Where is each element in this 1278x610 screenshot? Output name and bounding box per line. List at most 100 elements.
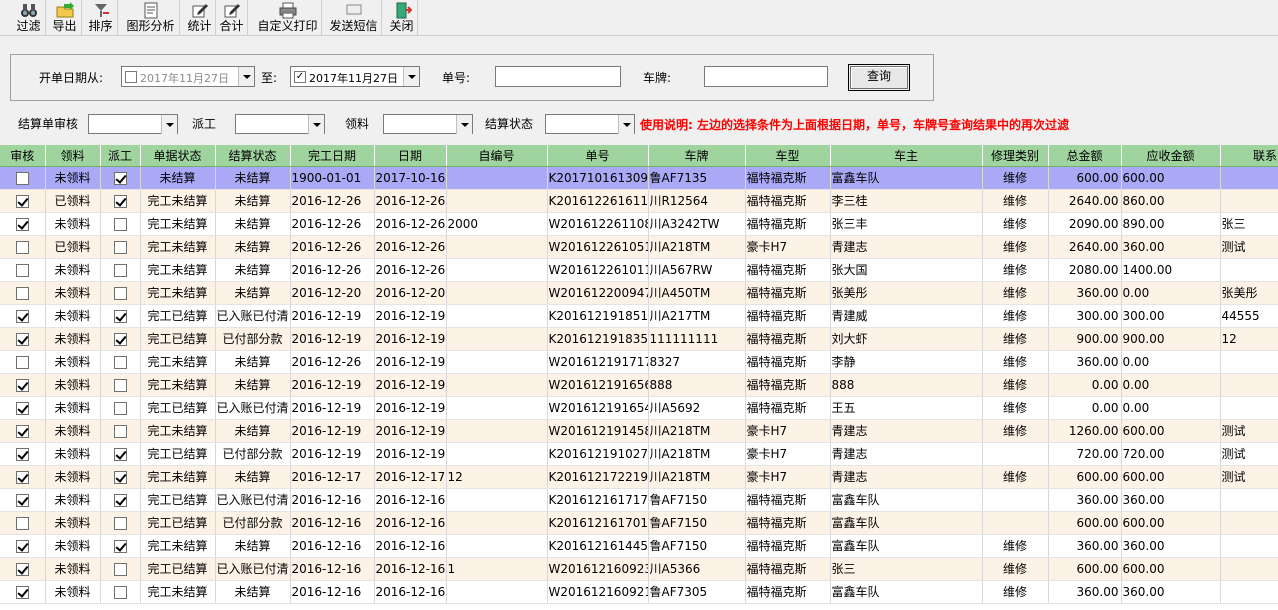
cell-dispatch[interactable] [100, 189, 141, 213]
audit-checkbox[interactable] [15, 447, 29, 461]
dispatch-checkbox[interactable] [113, 470, 127, 484]
table-row[interactable]: 未领料 完工未结算 未结算 2016-12-26 2016-12-26 W20161226… [0, 258, 1278, 282]
column-header[interactable]: 日期 [374, 145, 447, 167]
dispatch-checkbox[interactable] [113, 309, 127, 323]
dispatch-checkbox[interactable] [113, 493, 127, 507]
cell-audit[interactable] [0, 373, 46, 397]
table-row[interactable]: 未领料 完工未结算 未结算 2016-12-19 2016-12-19 W20161219… [0, 419, 1278, 443]
column-header[interactable]: 单据状态 [140, 145, 216, 167]
dispatch-checkbox[interactable] [113, 194, 127, 208]
send-sms-button[interactable]: 发送短信 [326, 0, 382, 35]
total-button[interactable]: 合计 [216, 0, 248, 35]
cell-audit[interactable] [0, 304, 46, 328]
cell-dispatch[interactable] [100, 235, 141, 259]
column-header[interactable]: 应收金额 [1121, 145, 1221, 167]
cell-dispatch[interactable] [100, 442, 141, 466]
column-header[interactable]: 自编号 [446, 145, 548, 167]
table-row[interactable]: 未领料 完工已结算 已入账已付清 2016-12-19 2016-12-19 W20161… [0, 396, 1278, 420]
settle-audit-select[interactable] [88, 114, 178, 134]
table-row[interactable]: 未领料 完工已结算 已入账已付清 2016-12-16 2016-12-16 K20161… [0, 488, 1278, 512]
cell-dispatch[interactable] [100, 557, 141, 581]
table-row[interactable]: 未领料 完工未结算 未结算 2016-12-20 2016-12-20 W20161220… [0, 281, 1278, 305]
plate-input[interactable] [704, 66, 828, 87]
audit-checkbox[interactable] [15, 240, 29, 254]
query-button[interactable]: 查询 [848, 64, 910, 91]
cell-audit[interactable] [0, 235, 46, 259]
cell-dispatch[interactable] [100, 212, 141, 236]
table-row[interactable]: 未领料 未结算 未结算 1900-01-01 2017-10-16 K2017101613… [0, 166, 1278, 190]
date-from-checkbox[interactable] [125, 71, 137, 83]
dispatch-checkbox[interactable] [113, 585, 127, 599]
cell-dispatch[interactable] [100, 511, 141, 535]
close-button[interactable]: 关闭 [386, 0, 418, 35]
stats-button[interactable]: 统计 [184, 0, 216, 35]
cell-dispatch[interactable] [100, 419, 141, 443]
column-header[interactable]: 完工日期 [290, 145, 375, 167]
cell-audit[interactable] [0, 511, 46, 535]
cell-audit[interactable] [0, 212, 46, 236]
table-row[interactable]: 未领料 完工未结算 未结算 2016-12-26 2016-12-26 2000 W2016… [0, 212, 1278, 236]
cell-audit[interactable] [0, 327, 46, 351]
cell-audit[interactable] [0, 396, 46, 420]
dispatch-checkbox[interactable] [113, 286, 127, 300]
chevron-down-icon[interactable] [456, 115, 472, 134]
audit-checkbox[interactable] [15, 286, 29, 300]
column-header[interactable]: 车牌 [648, 145, 746, 167]
dispatch-checkbox[interactable] [113, 332, 127, 346]
cell-audit[interactable] [0, 557, 46, 581]
cell-dispatch[interactable] [100, 258, 141, 282]
audit-checkbox[interactable] [15, 171, 29, 185]
table-row[interactable]: 未领料 完工已结算 已付部分款 2016-12-19 2016-12-19 K201612… [0, 442, 1278, 466]
table-row[interactable]: 未领料 完工已结算 已入账已付清 2016-12-19 2016-12-19 K20161… [0, 304, 1278, 328]
audit-checkbox[interactable] [15, 332, 29, 346]
cell-audit[interactable] [0, 580, 46, 604]
settle-status-select[interactable] [545, 114, 635, 134]
cell-dispatch[interactable] [100, 488, 141, 512]
export-button[interactable]: 导出 [48, 0, 82, 35]
cell-audit[interactable] [0, 419, 46, 443]
audit-checkbox[interactable] [15, 194, 29, 208]
table-row[interactable]: 已领料 完工未结算 未结算 2016-12-26 2016-12-26 W20161226… [0, 235, 1278, 259]
audit-checkbox[interactable] [15, 539, 29, 553]
cell-audit[interactable] [0, 488, 46, 512]
table-row[interactable]: 未领料 完工已结算 已付部分款 2016-12-19 2016-12-19 K201612… [0, 327, 1278, 351]
dispatch-checkbox[interactable] [113, 240, 127, 254]
table-row[interactable]: 未领料 完工未结算 未结算 2016-12-19 2016-12-19 W20161219… [0, 373, 1278, 397]
cell-dispatch[interactable] [100, 350, 141, 374]
cell-audit[interactable] [0, 258, 46, 282]
table-row[interactable]: 未领料 完工已结算 已付部分款 2016-12-16 2016-12-16 K201612… [0, 511, 1278, 535]
dispatch-checkbox[interactable] [113, 263, 127, 277]
cell-audit[interactable] [0, 465, 46, 489]
material-select[interactable] [383, 114, 473, 134]
table-row[interactable]: 已领料 完工未结算 未结算 2016-12-26 2016-12-26 K20161226… [0, 189, 1278, 213]
cell-dispatch[interactable] [100, 327, 141, 351]
chevron-down-icon[interactable] [618, 115, 634, 134]
table-row[interactable]: 未领料 完工未结算 未结算 2016-12-17 2016-12-17 12 K201612… [0, 465, 1278, 489]
cell-dispatch[interactable] [100, 534, 141, 558]
column-header[interactable]: 车型 [745, 145, 831, 167]
cell-audit[interactable] [0, 442, 46, 466]
cell-audit[interactable] [0, 189, 46, 213]
column-header[interactable]: 修理类别 [982, 145, 1049, 167]
audit-checkbox[interactable] [15, 309, 29, 323]
audit-checkbox[interactable] [15, 263, 29, 277]
audit-checkbox[interactable] [15, 424, 29, 438]
cell-dispatch[interactable] [100, 281, 141, 305]
audit-checkbox[interactable] [15, 217, 29, 231]
table-row[interactable]: 未领料 完工未结算 未结算 2016-12-26 2016-12-19 W20161219… [0, 350, 1278, 374]
filter-button[interactable]: 过滤 [12, 0, 46, 35]
chevron-down-icon[interactable] [308, 115, 324, 134]
column-header[interactable]: 领料 [45, 145, 101, 167]
cell-audit[interactable] [0, 166, 46, 190]
date-from-picker[interactable]: 2017年11月27日 [121, 66, 255, 87]
column-header[interactable]: 车主 [830, 145, 983, 167]
table-row[interactable]: 未领料 完工未结算 未结算 2016-12-16 2016-12-16 W20161216… [0, 580, 1278, 604]
audit-checkbox[interactable] [15, 516, 29, 530]
cell-audit[interactable] [0, 350, 46, 374]
column-header[interactable]: 派工 [100, 145, 141, 167]
dispatch-checkbox[interactable] [113, 516, 127, 530]
dispatch-checkbox[interactable] [113, 378, 127, 392]
cell-dispatch[interactable] [100, 465, 141, 489]
table-row[interactable]: 未领料 完工未结算 未结算 2016-12-16 2016-12-16 K20161216… [0, 534, 1278, 558]
custom-print-button[interactable]: 自定义打印 [254, 0, 322, 35]
